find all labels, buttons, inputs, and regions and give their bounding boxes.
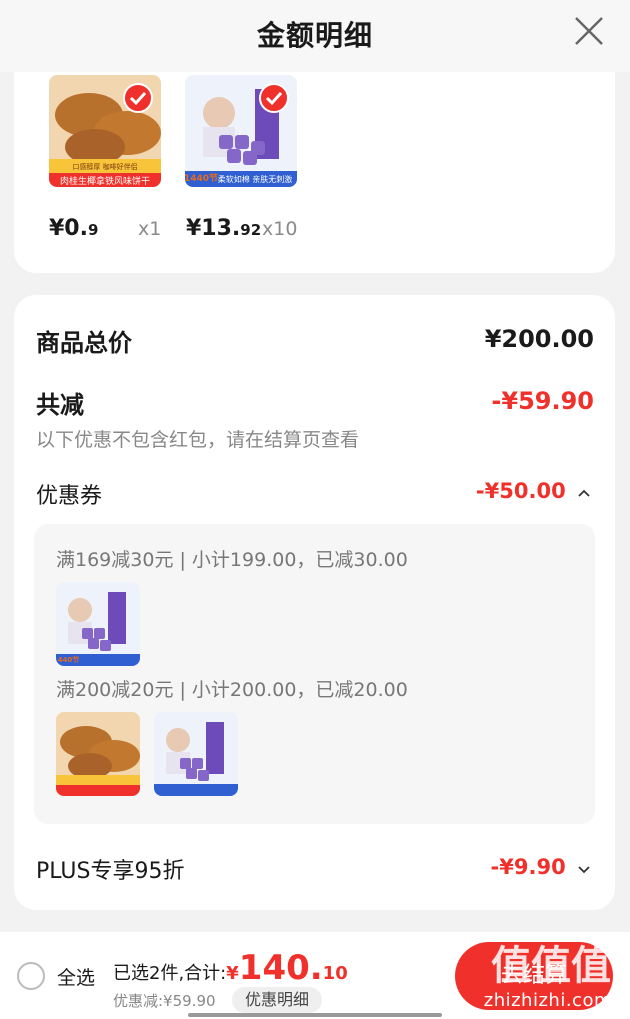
total-currency: ¥ — [226, 963, 239, 984]
svg-text:肉桂生椰拿铁风味饼干: 肉桂生椰拿铁风味饼干 — [60, 175, 150, 187]
home-indicator — [188, 1013, 442, 1017]
plus-discount-value: -¥9.90 — [490, 855, 566, 879]
total-value: ¥200.00 — [484, 325, 594, 353]
svg-text:1440节: 1440节 — [185, 172, 218, 184]
coupon-value: -¥50.00 — [475, 479, 566, 503]
total-cents: 10 — [322, 963, 348, 984]
close-icon[interactable] — [572, 14, 606, 48]
discount-detail-button[interactable]: 优惠明细 — [232, 987, 322, 1013]
selected-products-card: 肉桂生椰拿铁风味饼干 口感醇厚 咖啡好伴侣 柔软如棉 亲肤无刺激 1440节 ¥… — [14, 72, 615, 273]
plus-discount-toggle[interactable]: -¥9.90 — [491, 855, 591, 879]
select-all-radio[interactable] — [17, 962, 45, 990]
coupon-rule: 满200减20元 | 小计200.00，已减20.00 — [56, 679, 408, 701]
coupon-label: 优惠券 — [36, 484, 103, 509]
product-thumbnail-tissue[interactable]: 柔软如棉 亲肤无刺激 1440节 — [185, 75, 297, 187]
total-label: 商品总价 — [36, 329, 132, 357]
reduce-label: 共减 — [36, 391, 84, 419]
check-icon[interactable] — [123, 83, 153, 113]
item-quantity: x10 — [262, 218, 298, 240]
plus-discount-label: PLUS专享95折 — [36, 859, 185, 884]
check-icon[interactable] — [259, 83, 289, 113]
coupon-toggle[interactable]: -¥50.00 — [476, 479, 591, 503]
coupon-product-thumbnail — [56, 712, 140, 796]
coupon-rule: 满169减30元 | 小计199.00，已减30.00 — [56, 549, 408, 571]
chevron-down-icon — [578, 866, 590, 874]
select-all-label[interactable]: 全选 — [57, 963, 95, 990]
reduce-value: -¥59.90 — [491, 387, 594, 415]
item-quantity: x1 — [138, 218, 162, 240]
price-summary-card: 商品总价 ¥200.00 共减 -¥59.90 以下优惠不包含红包，请在结算页查… — [14, 295, 615, 910]
svg-text:口感醇厚 咖啡好伴侣: 口感醇厚 咖啡好伴侣 — [72, 162, 137, 171]
coupon-note: 以下优惠不包含红包，请在结算页查看 — [36, 429, 360, 451]
coupon-product-thumbnail: 1440节 — [56, 582, 140, 666]
total-amount: 140. — [238, 948, 323, 988]
checkout-bar: 全选 已选2件,合计:¥140.10 优惠减:¥59.90 优惠明细 去结算 — [0, 932, 630, 1019]
svg-text:1440节: 1440节 — [56, 655, 79, 664]
item-price: ¥0.9 — [49, 216, 99, 241]
checkout-button[interactable]: 去结算 — [455, 942, 613, 1010]
svg-text:柔软如棉 亲肤无刺激: 柔软如棉 亲肤无刺激 — [218, 174, 293, 184]
page-title: 金额明细 — [256, 19, 373, 52]
coupon-product-thumbnail — [154, 712, 238, 796]
coupon-detail-box: 满169减30元 | 小计199.00，已减30.00 1440节 满200减2… — [34, 524, 595, 824]
selected-count-text: 已选2件,合计: — [113, 963, 227, 984]
chevron-up-icon — [578, 489, 590, 497]
product-thumbnail-biscuit[interactable]: 肉桂生椰拿铁风味饼干 口感醇厚 咖啡好伴侣 — [49, 75, 161, 187]
discount-summary: 优惠减:¥59.90 — [113, 992, 216, 1010]
item-price: ¥13.92 — [186, 216, 262, 241]
selected-summary: 已选2件,合计:¥140.10 — [113, 948, 348, 988]
header: 金额明细 — [0, 0, 630, 72]
